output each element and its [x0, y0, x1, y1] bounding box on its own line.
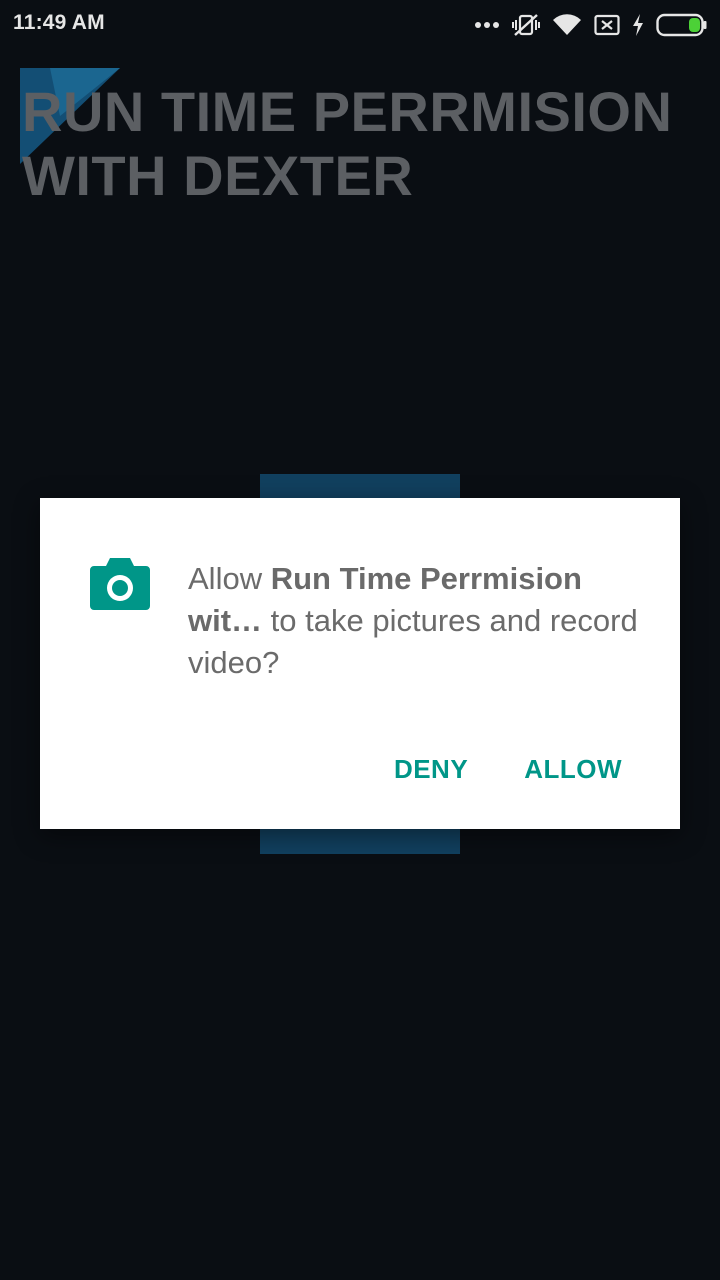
camera-icon [90, 556, 150, 612]
status-bar: 11:49 AM [0, 0, 720, 50]
charging-bolt-icon [632, 14, 644, 36]
message-prefix: Allow [188, 561, 271, 596]
app-title: RUN TIME PERRMISION WITH DEXTER [22, 80, 673, 207]
status-icons [474, 10, 708, 40]
allow-button[interactable]: ALLOW [506, 746, 640, 793]
deny-button[interactable]: DENY [376, 746, 486, 793]
sim-none-icon [594, 14, 620, 36]
more-dots-icon [474, 21, 500, 29]
battery-icon [656, 13, 708, 37]
permission-message: Allow Run Time Perrmision wit… to take p… [188, 558, 650, 684]
permission-dialog: Allow Run Time Perrmision wit… to take p… [40, 498, 680, 829]
status-time: 11:49 AM [13, 11, 105, 34]
vibrate-mute-icon [512, 12, 540, 38]
dialog-actions: DENY ALLOW [376, 746, 640, 793]
wifi-icon [552, 13, 582, 37]
